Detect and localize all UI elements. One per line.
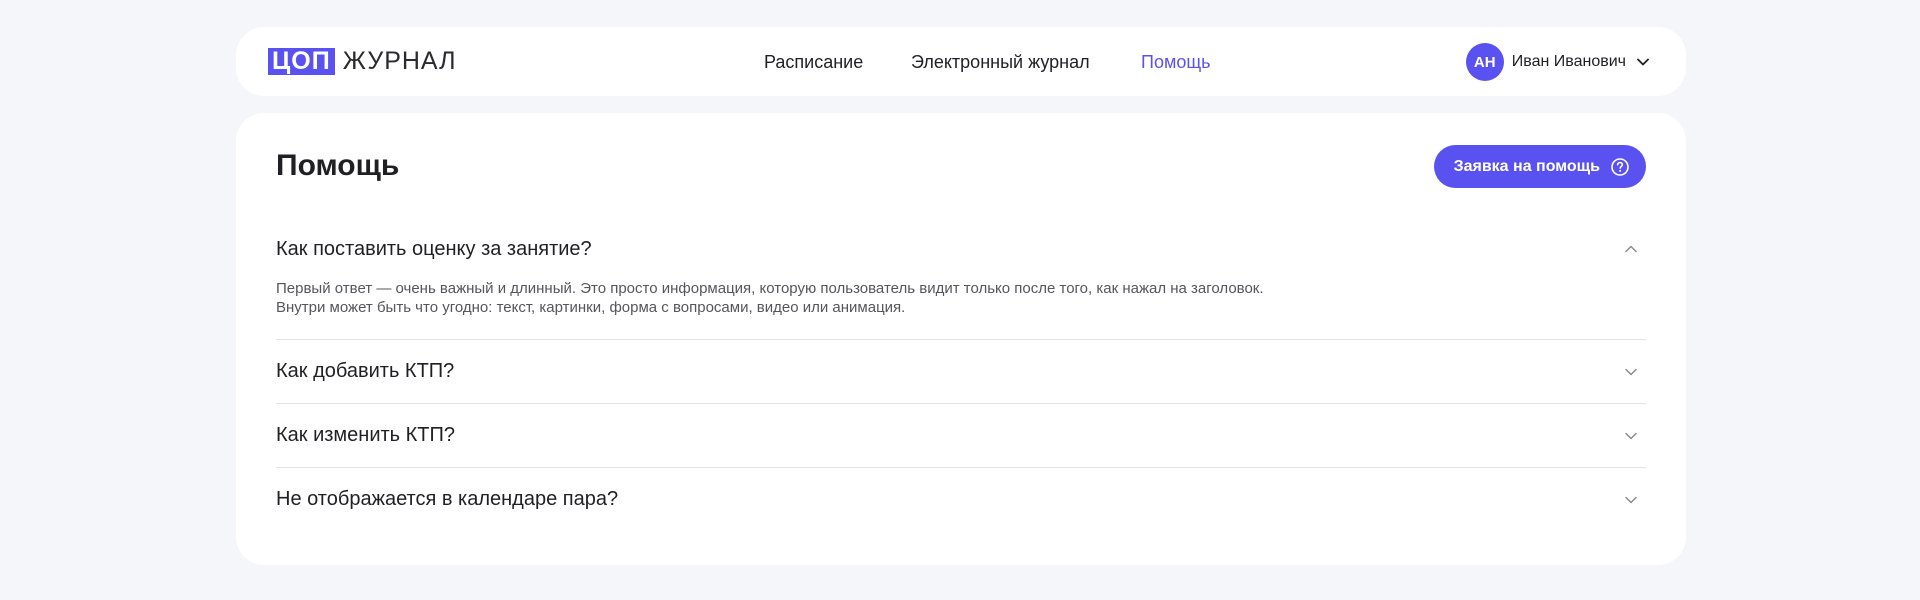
- faq-item: Не отображается в календаре пара?: [276, 468, 1646, 531]
- faq-question-row[interactable]: Не отображается в календаре пара?: [276, 468, 1646, 531]
- logo-box: ЦОП: [268, 48, 335, 75]
- faq-question: Как добавить КТП?: [276, 360, 455, 382]
- avatar: АН: [1465, 43, 1504, 81]
- user-menu[interactable]: АН Иван Иванович: [1465, 43, 1650, 81]
- nav-item-schedule[interactable]: Расписание: [764, 51, 863, 73]
- help-request-button[interactable]: Заявка на помощь: [1433, 145, 1646, 188]
- chevron-down-icon[interactable]: [1636, 55, 1650, 69]
- top-header: ЦОП ЖУРНАЛ Расписание Электронный журнал…: [236, 27, 1686, 96]
- help-request-label: Заявка на помощь: [1453, 157, 1600, 175]
- faq-question-row[interactable]: Как добавить КТП?: [276, 340, 1646, 403]
- logo[interactable]: ЦОП ЖУРНАЛ: [268, 48, 457, 75]
- logo-word: ЖУРНАЛ: [342, 47, 457, 75]
- help-panel: Помощь Заявка на помощь Как поставить оц…: [236, 113, 1686, 565]
- page-title: Помощь: [276, 149, 400, 182]
- question-circle-icon: [1610, 157, 1630, 177]
- chevron-down-icon[interactable]: [1624, 493, 1638, 507]
- faq-question-row[interactable]: Как поставить оценку за занятие?: [276, 221, 1646, 277]
- faq-item: Как поставить оценку за занятие? Первый …: [276, 221, 1646, 340]
- faq-question: Как поставить оценку за занятие?: [276, 237, 592, 260]
- faq-item: Как добавить КТП?: [276, 340, 1646, 404]
- faq-question: Не отображается в календаре пара?: [276, 488, 619, 510]
- faq-item: Как изменить КТП?: [276, 404, 1646, 468]
- faq-list: Как поставить оценку за занятие? Первый …: [276, 221, 1646, 531]
- nav-item-help[interactable]: Помощь: [1141, 51, 1211, 73]
- user-name: Иван Иванович: [1511, 53, 1626, 70]
- faq-question-row[interactable]: Как изменить КТП?: [276, 404, 1646, 467]
- faq-answer: Первый ответ — очень важный и длинный. Э…: [276, 280, 1264, 316]
- chevron-down-icon[interactable]: [1624, 429, 1638, 443]
- nav-item-journal[interactable]: Электронный журнал: [911, 51, 1090, 73]
- faq-question: Как изменить КТП?: [276, 424, 456, 446]
- chevron-up-icon[interactable]: [1624, 242, 1638, 256]
- chevron-down-icon[interactable]: [1624, 365, 1638, 379]
